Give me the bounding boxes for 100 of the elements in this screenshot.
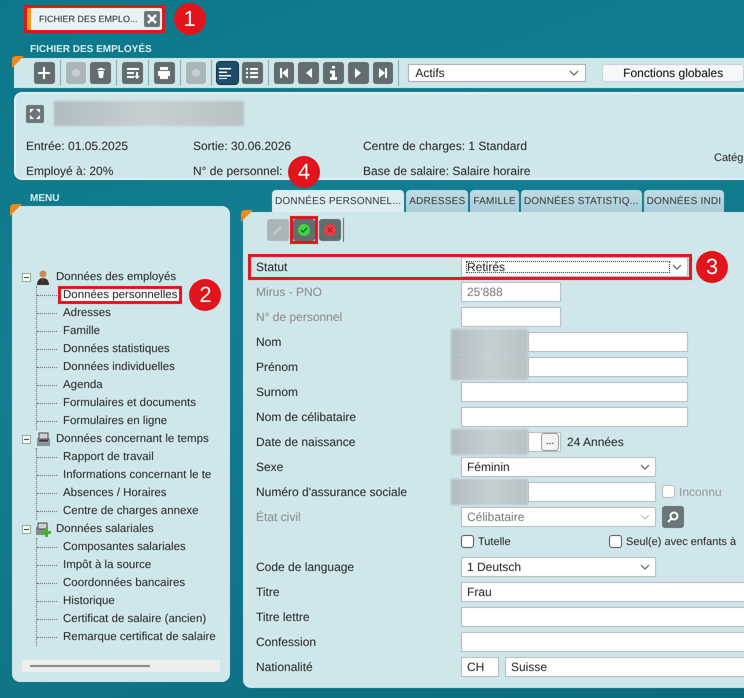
menu-item[interactable]: Famille xyxy=(61,325,102,337)
toolbar-button[interactable] xyxy=(154,62,175,84)
caret-icon xyxy=(640,464,650,470)
toolbar-button[interactable] xyxy=(274,62,294,84)
callout-badge: 2 xyxy=(189,279,222,311)
checkbox[interactable] xyxy=(609,535,622,548)
menu-item[interactable]: Coordonnées bancaires xyxy=(61,577,188,589)
menu-item[interactable]: Composantes salariales xyxy=(61,541,188,553)
scrollbar[interactable] xyxy=(22,660,220,672)
menu-group[interactable]: Données salariales xyxy=(56,523,154,535)
printer-icon xyxy=(156,65,172,81)
document-tab[interactable]: FICHIER DES EMPLO... xyxy=(27,8,162,30)
field-label: Mirus - PNO xyxy=(256,284,323,298)
menu-item[interactable]: Absences / Horaires xyxy=(61,487,169,499)
input-field[interactable] xyxy=(461,606,744,626)
input-field[interactable] xyxy=(528,356,688,376)
code-field[interactable]: CH xyxy=(461,656,499,676)
field-label: Surnom xyxy=(256,384,300,398)
checkbox-label: Inconnu xyxy=(679,484,722,498)
tab[interactable]: DONNÉES STATISTIQ... xyxy=(520,190,642,212)
list-icon xyxy=(244,65,260,81)
info-text: Catég xyxy=(714,152,744,164)
date-picker-button[interactable]: ... xyxy=(541,432,559,450)
caret-icon xyxy=(640,514,650,520)
collapse-icon[interactable] xyxy=(22,524,31,534)
info-text: Centre de charges: 1 Standard xyxy=(363,138,528,152)
field-label: Titre lettre xyxy=(256,610,311,624)
caret-icon xyxy=(640,564,650,570)
global-functions-button[interactable]: Fonctions globales xyxy=(602,64,744,82)
toolbar-button[interactable] xyxy=(298,62,320,84)
info-text: Entrée: 01.05.2025 xyxy=(26,138,128,152)
field-label: Titre xyxy=(256,584,281,598)
field-label: Confession xyxy=(256,634,318,648)
field-label: Numéro d'assurance sociale xyxy=(256,484,408,498)
toolbar-button[interactable] xyxy=(242,62,263,84)
add-icon xyxy=(36,65,52,81)
menu-group[interactable]: Données des employés xyxy=(56,271,176,283)
input-field[interactable] xyxy=(528,332,688,352)
toolbar-button[interactable] xyxy=(122,62,143,84)
menu-item[interactable]: Données personnelles xyxy=(61,289,180,301)
toolbar-button[interactable] xyxy=(348,62,369,84)
info-text: Sortie: 30.06.2026 xyxy=(193,138,292,152)
menu-item[interactable]: Informations concernant le te xyxy=(61,469,214,481)
field-label: N° de personnel xyxy=(256,310,344,324)
menu-item[interactable]: Centre de charges annexe xyxy=(61,505,201,517)
menu-item[interactable]: Certificat de salaire (ancien) xyxy=(61,613,208,625)
collapse-icon[interactable] xyxy=(22,434,31,444)
save-button[interactable] xyxy=(293,219,315,241)
toolbar-button[interactable] xyxy=(217,62,238,84)
menu-group[interactable]: Données concernant le temps xyxy=(56,433,209,445)
input-field[interactable] xyxy=(528,482,656,502)
callout-badge: 3 xyxy=(696,250,728,282)
input-field[interactable]: Frau xyxy=(461,582,744,602)
tab[interactable]: FAMILLE xyxy=(470,190,519,212)
tab[interactable]: DONNÉES INDI xyxy=(644,190,724,212)
menu-item[interactable]: Données statistiques xyxy=(61,343,172,355)
input-field[interactable] xyxy=(461,406,688,426)
tab[interactable]: ADRESSES xyxy=(406,190,468,212)
menu-item[interactable]: Formulaires et documents xyxy=(61,397,198,409)
dropdown[interactable]: Retirés xyxy=(461,256,688,276)
menu-item[interactable]: Historique xyxy=(61,595,117,607)
info-text: Employé à: 20% xyxy=(26,164,114,178)
field-label: Nom de célibataire xyxy=(256,410,358,424)
module-title: FICHIER DES EMPLOYÉS xyxy=(30,44,153,57)
field-label: Code de language xyxy=(256,560,356,574)
menu-item[interactable]: Remarque certificat de salaire xyxy=(61,631,218,643)
date-field[interactable]: ... xyxy=(528,432,561,452)
info-text: Base de salaire: Salaire horaire xyxy=(363,164,530,178)
menu-item[interactable]: Impôt à la source xyxy=(61,559,154,571)
cancel-icon xyxy=(322,222,338,238)
toolbar-button[interactable] xyxy=(372,62,394,84)
field-label: Nom xyxy=(256,334,282,348)
input-field[interactable] xyxy=(461,632,744,652)
menu-title: MENU xyxy=(30,192,60,204)
menu-item[interactable]: Formulaires en ligne xyxy=(61,415,170,427)
close-icon[interactable] xyxy=(144,11,160,27)
expand-icon[interactable] xyxy=(26,104,44,122)
input-field[interactable] xyxy=(461,382,688,402)
cash-register-icon xyxy=(35,430,52,448)
field-label: État civil xyxy=(256,510,302,524)
caret-icon xyxy=(672,264,682,270)
input-field[interactable] xyxy=(461,306,561,326)
dropdown[interactable]: 1 Deutsch xyxy=(461,556,656,576)
person-icon xyxy=(35,268,52,286)
menu-item[interactable]: Rapport de travail xyxy=(61,451,156,463)
collapse-icon[interactable] xyxy=(22,272,31,282)
menu-item[interactable]: Adresses xyxy=(61,307,113,319)
toolbar-button[interactable] xyxy=(323,62,344,84)
dropdown[interactable]: Féminin xyxy=(461,456,656,476)
menu-item[interactable]: Agenda xyxy=(61,379,105,391)
toolbar-button[interactable] xyxy=(90,62,112,84)
checkbox[interactable] xyxy=(461,535,474,548)
field-label: Date de naissance xyxy=(256,434,356,448)
input-field[interactable]: Suisse xyxy=(505,656,744,676)
filter-dropdown[interactable]: Actifs xyxy=(408,64,586,82)
field-label: Nationalité xyxy=(256,660,314,674)
tab[interactable]: DONNÉES PERSONNEL... xyxy=(272,190,404,212)
search-icon xyxy=(666,510,680,524)
menu-item[interactable]: Données individuelles xyxy=(61,361,177,373)
toolbar-button[interactable] xyxy=(34,62,55,84)
